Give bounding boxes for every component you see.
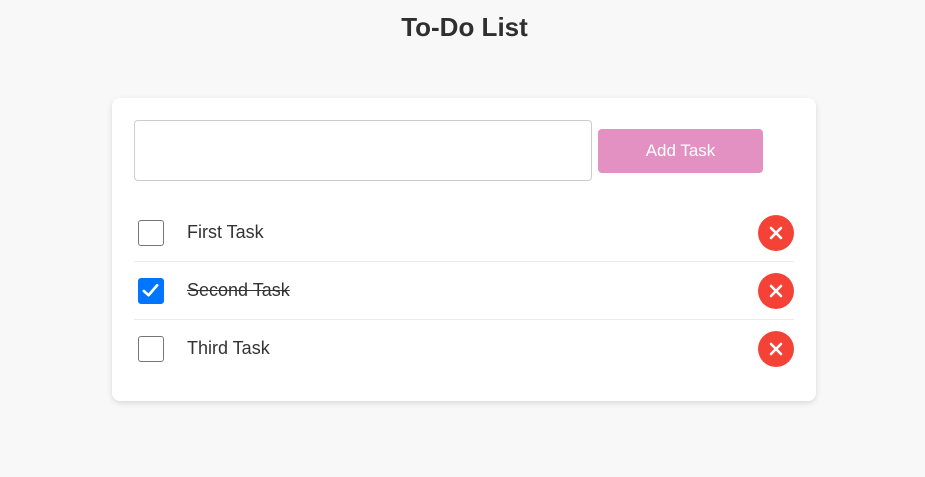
- task-checkbox[interactable]: [138, 278, 164, 304]
- add-task-button[interactable]: Add Task: [598, 129, 763, 173]
- task-text: Second Task: [187, 280, 290, 300]
- close-icon: [769, 226, 783, 240]
- todo-card: Add Task First Task Second Task Third Ta…: [112, 98, 816, 401]
- task-input[interactable]: [134, 120, 592, 181]
- close-icon: [769, 342, 783, 356]
- task-list: First Task Second Task Third Task: [134, 204, 794, 378]
- delete-task-button[interactable]: [758, 331, 794, 367]
- page-title: To-Do List: [401, 12, 528, 42]
- task-item: First Task: [134, 204, 794, 262]
- task-item: Third Task: [134, 320, 794, 378]
- task-checkbox[interactable]: [138, 336, 164, 362]
- delete-task-button[interactable]: [758, 273, 794, 309]
- task-item: Second Task: [134, 262, 794, 320]
- task-text: Third Task: [187, 338, 270, 358]
- task-checkbox[interactable]: [138, 220, 164, 246]
- close-icon: [769, 284, 783, 298]
- checkmark-icon: [142, 283, 159, 297]
- task-text: First Task: [187, 222, 264, 242]
- delete-task-button[interactable]: [758, 215, 794, 251]
